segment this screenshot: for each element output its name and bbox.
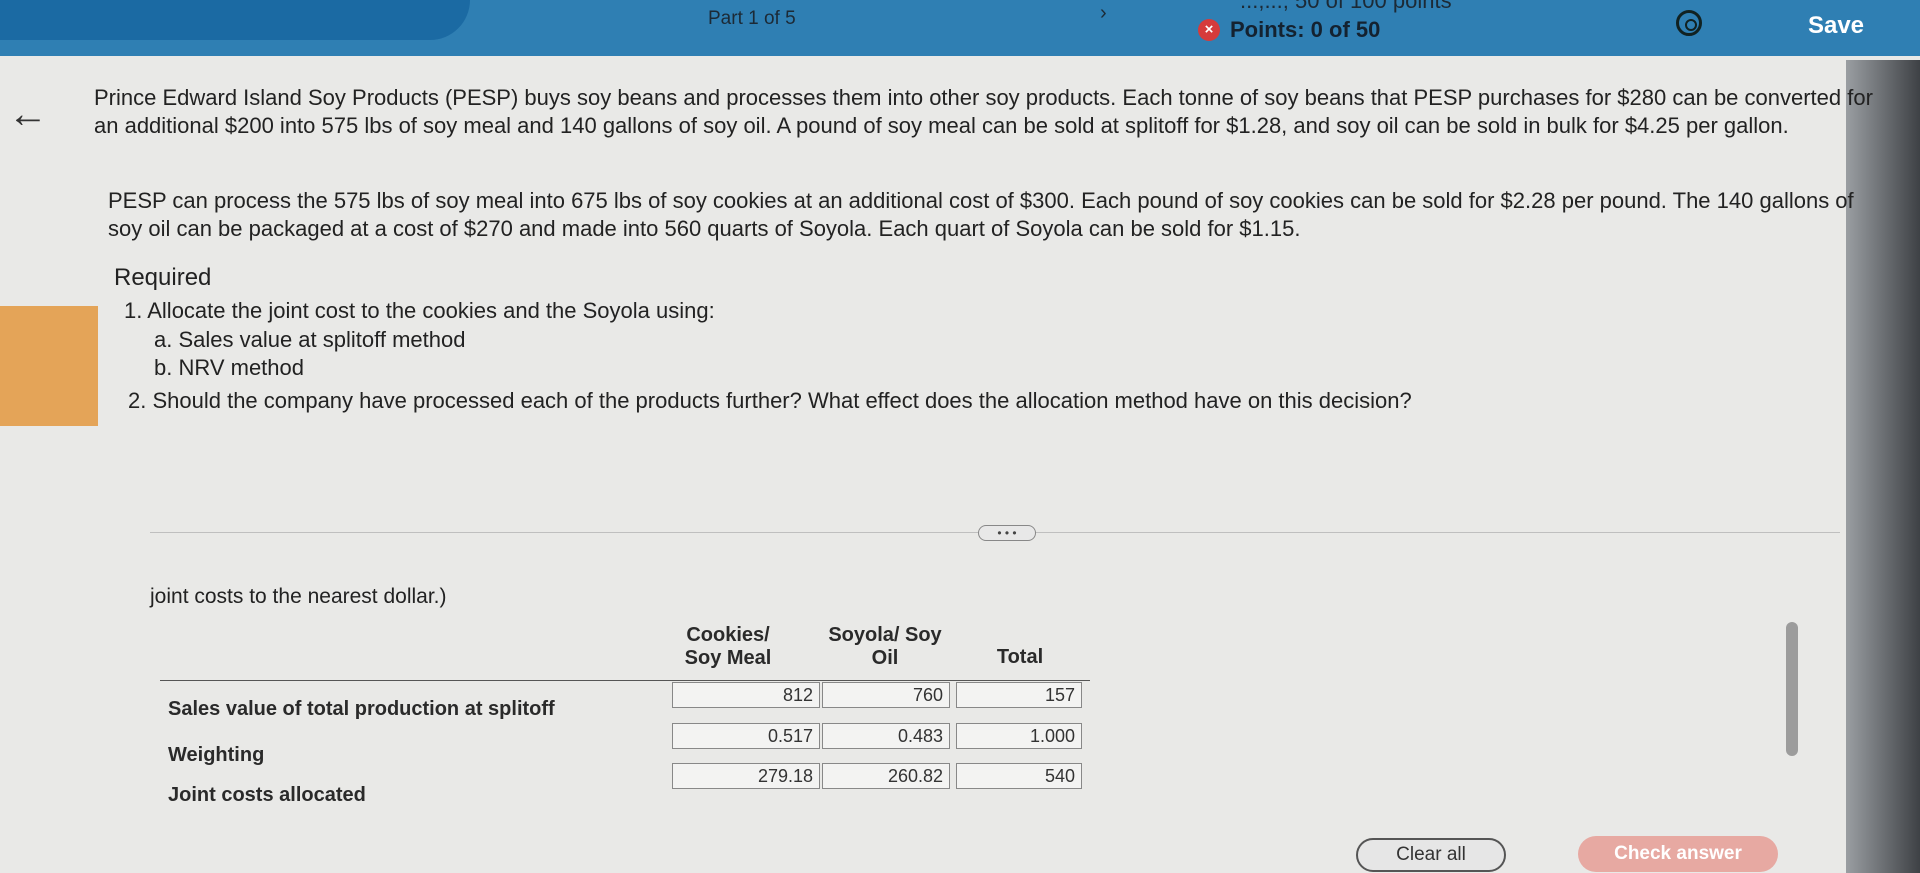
joint-cost-total-input[interactable]: 540 [956,763,1082,789]
row-label-joint-costs: Joint costs allocated [168,784,366,806]
scrollbar[interactable] [1786,622,1798,756]
column-header-cookies: Cookies/ Soy Meal [684,624,772,669]
instruction-text: joint costs to the nearest dollar.) [150,585,447,608]
expand-more-button[interactable]: • • • [978,525,1036,541]
top-bar: Part 1 of 5 › ...;...; 50 of 100 points … [0,0,1920,56]
sales-value-soyola-input[interactable]: 760 [822,682,950,708]
sales-value-cookies-input[interactable]: 812 [672,682,820,708]
side-tab[interactable] [0,306,98,426]
score-partial: ...;...; 50 of 100 points [1240,0,1452,13]
gear-icon[interactable] [1676,10,1702,36]
weighting-cookies-input[interactable]: 0.517 [672,723,820,749]
table-header-rule [160,680,1090,681]
points-label: Points: 0 of 50 [1230,17,1381,42]
problem-paragraph-1: Prince Edward Island Soy Products (PESP)… [94,85,1873,138]
incorrect-x-icon: × [1198,19,1220,41]
weighting-soyola-input[interactable]: 0.483 [822,723,950,749]
save-button[interactable]: Save [1776,6,1896,46]
part-indicator: Part 1 of 5 [708,8,796,29]
check-answer-button[interactable]: Check answer [1578,836,1778,872]
clear-all-button[interactable]: Clear all [1356,838,1506,872]
sales-value-total-input[interactable]: 157 [956,682,1082,708]
row-label-sales-value: Sales value of total production at split… [168,698,555,720]
joint-cost-cookies-input[interactable]: 279.18 [672,763,820,789]
weighting-total-input[interactable]: 1.000 [956,723,1082,749]
requirement-1a: a. Sales value at splitoff method [154,327,466,352]
column-header-total: Total [996,646,1044,668]
requirement-1: 1. Allocate the joint cost to the cookie… [124,298,715,323]
requirement-1b: b. NRV method [154,355,305,380]
window-edge [1846,60,1920,873]
required-heading: Required [114,264,212,291]
chevron-right-icon[interactable]: › [1100,2,1107,25]
header-left-panel [0,0,470,40]
joint-cost-soyola-input[interactable]: 260.82 [822,763,950,789]
column-header-soyola: Soyola/ Soy Oil [828,624,942,669]
problem-paragraph-2: PESP can process the 575 lbs of soy meal… [108,188,1854,241]
row-label-weighting: Weighting [168,744,265,766]
requirement-2: 2. Should the company have processed eac… [128,388,1412,413]
points-display: × Points: 0 of 50 [1198,17,1380,43]
back-arrow-icon[interactable]: ← [8,92,48,137]
